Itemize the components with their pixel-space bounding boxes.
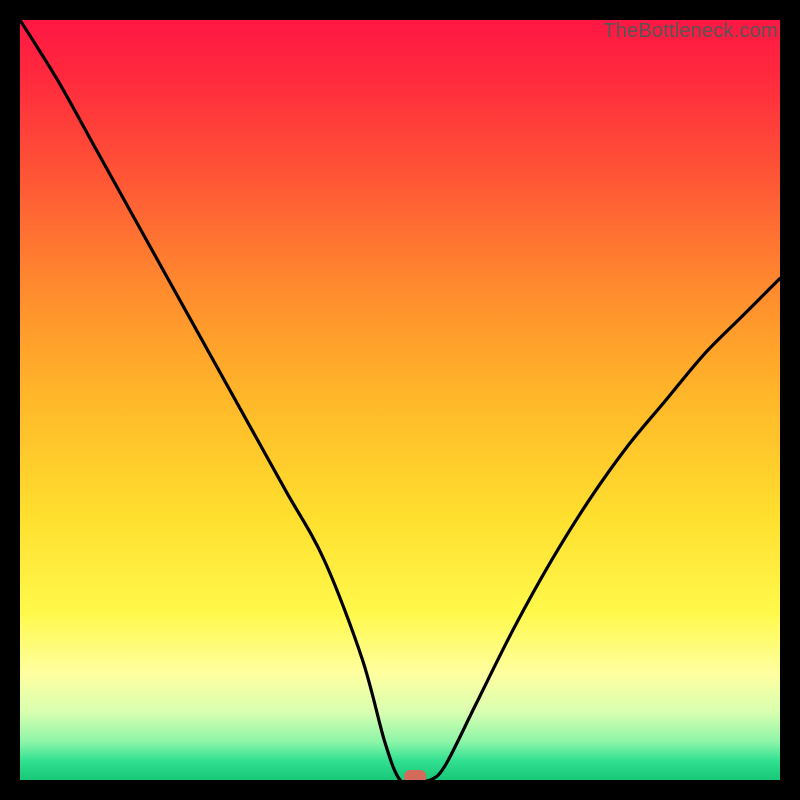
chart-frame: TheBottleneck.com bbox=[20, 20, 780, 780]
optimal-marker bbox=[404, 770, 426, 780]
bottleneck-chart bbox=[20, 20, 780, 780]
watermark-text: TheBottleneck.com bbox=[603, 20, 778, 43]
